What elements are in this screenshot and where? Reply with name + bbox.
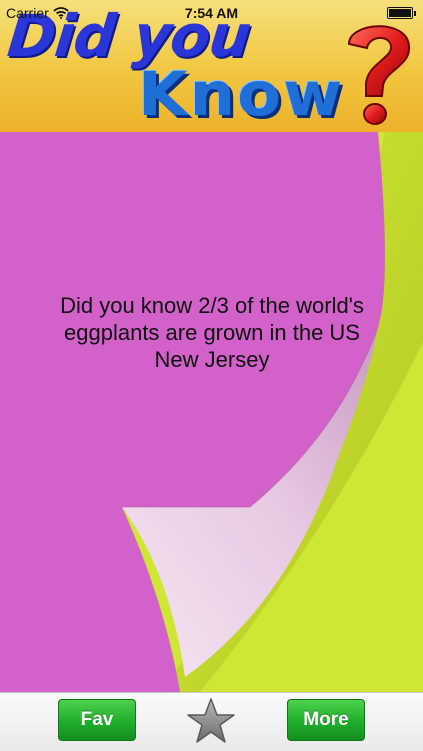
fact-card-area[interactable]: Did you know 2/3 of the world's eggplant… [0, 132, 423, 692]
battery-icon [387, 7, 416, 19]
fact-line-2: eggplants are grown in the US [64, 320, 360, 345]
fav-button[interactable]: Fav [58, 699, 136, 741]
star-icon[interactable] [186, 697, 236, 745]
question-mark-icon [347, 25, 411, 125]
status-bar: Carrier 7:54 AM [0, 0, 423, 26]
fact-line-3: New Jersey [154, 347, 270, 372]
status-time: 7:54 AM [184, 5, 239, 21]
fact-line-1: Did you know 2/3 of the world's [60, 293, 364, 318]
fact-text: Did you know 2/3 of the world's eggplant… [16, 292, 408, 373]
banner-title-line2: Know [138, 59, 345, 131]
more-button[interactable]: More [287, 699, 365, 741]
sticky-note [0, 132, 423, 692]
bottom-toolbar: Fav More [0, 692, 423, 751]
